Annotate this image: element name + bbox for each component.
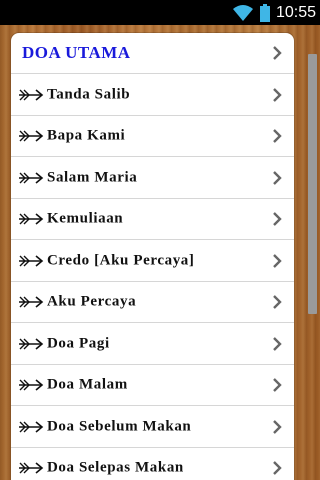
list-item-doa-sebelum-makan[interactable]: Doa Sebelum Makan [11, 407, 294, 448]
list-item-aku-percaya[interactable]: Aku Percaya [11, 282, 294, 323]
list-item-label: Doa Selepas Makan [47, 459, 184, 476]
list-item-doa-utama[interactable]: DOA UTAMA [11, 33, 294, 74]
list-item-label: Doa Pagi [47, 335, 110, 352]
arrow-icon [19, 296, 44, 308]
chevron-right-icon [273, 88, 282, 102]
chevron-right-icon [273, 461, 282, 475]
chevron-right-icon [273, 378, 282, 392]
status-time: 10:55 [275, 3, 316, 21]
list-item-doa-malam[interactable]: Doa Malam [11, 365, 294, 406]
list-item-label: Tanda Salib [47, 86, 131, 103]
list-item-label: Aku Percaya [47, 293, 137, 310]
arrow-icon [19, 379, 44, 391]
chevron-right-icon [273, 295, 282, 309]
chevron-right-icon [273, 337, 282, 351]
list-item-tanda-salib[interactable]: Tanda Salib [11, 75, 294, 116]
list-item-doa-pagi[interactable]: Doa Pagi [11, 324, 294, 365]
status-bar: 10:55 [0, 0, 320, 25]
status-icons: 10:55 [232, 2, 316, 23]
chevron-right-icon [273, 171, 282, 185]
list-item-label: Doa Sebelum Makan [47, 418, 192, 435]
list-item-bapa-kami[interactable]: Bapa Kami [11, 116, 294, 157]
chevron-right-icon [273, 46, 282, 60]
chevron-right-icon [273, 212, 282, 226]
list-item-label: Salam Maria [47, 169, 138, 186]
chevron-right-icon [273, 129, 282, 143]
list-item-label: Kemuliaan [47, 210, 124, 227]
wifi-icon [232, 4, 253, 21]
arrow-icon [19, 421, 44, 433]
prayer-list: DOA UTAMA Tanda Salib Bapa Kami Salam Mari… [11, 33, 294, 480]
arrow-icon [19, 338, 44, 350]
list-header-label: DOA UTAMA [22, 43, 131, 62]
list-item-label: Bapa Kami [47, 127, 126, 144]
arrow-icon [19, 172, 44, 184]
scrollbar-thumb[interactable] [308, 54, 317, 314]
arrow-icon [19, 462, 44, 474]
list-item-label: Doa Malam [47, 376, 128, 393]
list-item-kemuliaan[interactable]: Kemuliaan [11, 199, 294, 240]
chevron-right-icon [273, 420, 282, 434]
chevron-right-icon [273, 254, 282, 268]
list-item-label: Credo [Aku Percaya] [47, 252, 195, 269]
arrow-icon [19, 213, 44, 225]
battery-icon [259, 3, 270, 22]
arrow-icon [19, 130, 44, 142]
list-item-salam-maria[interactable]: Salam Maria [11, 158, 294, 199]
list-item-credo-aku-percaya[interactable]: Credo [Aku Percaya] [11, 241, 294, 282]
arrow-icon [19, 255, 44, 267]
list-item-doa-selepas-makan[interactable]: Doa Selepas Makan [11, 448, 294, 480]
arrow-icon [19, 89, 44, 101]
